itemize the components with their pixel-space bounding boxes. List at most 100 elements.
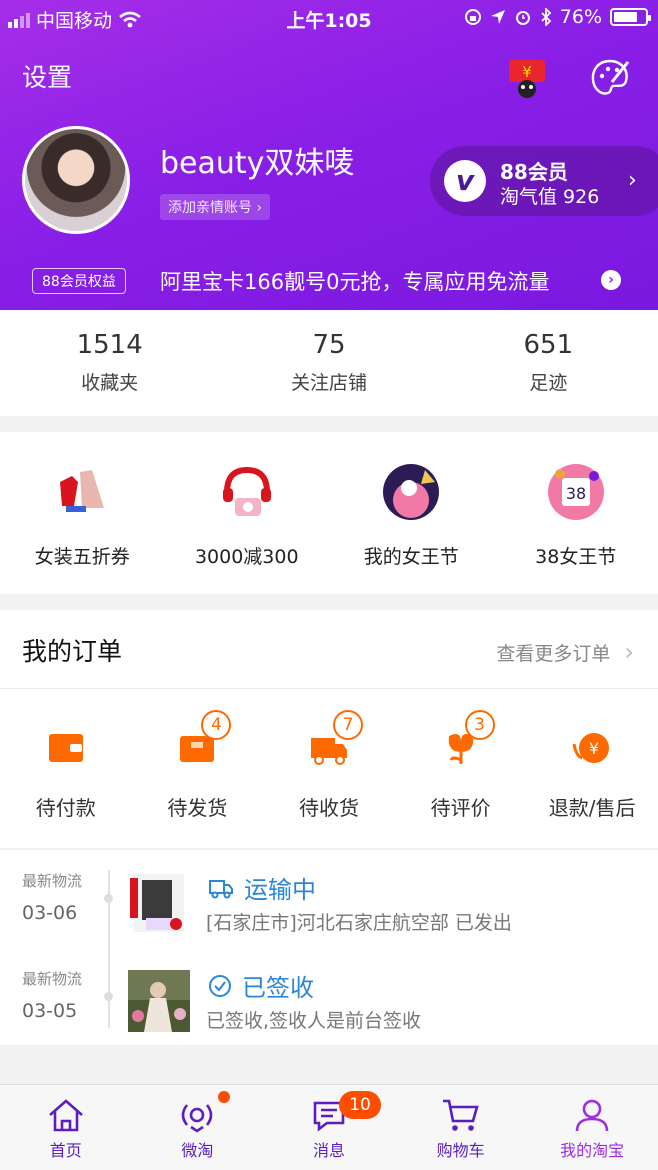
svg-text:¥: ¥ xyxy=(522,63,532,81)
logistics-date: 03-05 xyxy=(22,1000,78,1022)
order-label: 待发货 xyxy=(167,796,228,820)
battery-icon xyxy=(610,8,651,26)
tab-label: 首页 xyxy=(49,1141,82,1160)
tab-weitao[interactable]: 微淘 xyxy=(132,1085,264,1170)
logistics-status-label: 已签收 xyxy=(242,974,314,1002)
status-bar: 中国移动 上午1:05 76% xyxy=(0,0,658,36)
logistics-date: 03-06 xyxy=(22,902,78,924)
logistics-status: 已签收 xyxy=(208,968,314,1003)
logistics-item[interactable]: 最新物流 03-06 运输中 [石家庄市]河北石家庄航空部 已发出 xyxy=(0,850,658,946)
svg-text:38: 38 xyxy=(566,484,586,503)
member-benefits-tag[interactable]: 88会员权益 xyxy=(32,268,126,294)
stat-footprints[interactable]: 651 足迹 xyxy=(439,310,658,416)
tab-home[interactable]: 首页 xyxy=(0,1085,132,1170)
promo-label: 38女王节 xyxy=(535,546,617,568)
promo-banner-text[interactable]: 阿里宝卡166靓号0元抢，专属应用免流量 xyxy=(160,266,549,296)
promo-38-queen-festival[interactable]: 38 38女王节 xyxy=(494,432,658,594)
logistics-description: [石家庄市]河北石家庄航空部 已发出 xyxy=(206,912,512,934)
add-family-account-button[interactable]: 添加亲情账号 › xyxy=(160,194,271,220)
stat-label: 关注店铺 xyxy=(290,372,367,394)
order-label: 待评价 xyxy=(430,796,491,820)
avatar[interactable] xyxy=(22,126,130,234)
promo-my-queen-festival[interactable]: 我的女王节 xyxy=(329,432,494,594)
promo-label: 3000减300 xyxy=(194,546,299,568)
profile-header: 中国移动 上午1:05 76% 设置 ¥ beauty双妹唛 添加亲情账号 › … xyxy=(0,0,658,310)
tab-cart[interactable]: 购物车 xyxy=(395,1085,527,1170)
message-count-badge: 10 xyxy=(339,1091,381,1119)
vip-member-card[interactable]: v 88会员 淘气值 926 › xyxy=(430,146,658,216)
view-more-orders-link[interactable]: 查看更多订单 › xyxy=(496,638,634,666)
location-icon xyxy=(490,10,505,24)
product-thumbnail xyxy=(130,874,184,932)
divider xyxy=(0,688,658,689)
order-to-ship[interactable]: 4 待发货 xyxy=(132,706,264,821)
promo-3000-off-300[interactable]: 3000减300 xyxy=(165,432,330,594)
logistics-status: 运输中 xyxy=(208,870,316,905)
promo-women-coupon[interactable]: 女装五折券 xyxy=(0,432,165,594)
orders-section: 我的订单 查看更多订单 › 待付款 4 待发货 7 待收货 3 待评价 ¥ 退款… xyxy=(0,610,658,848)
logistics-item[interactable]: 最新物流 03-05 已签收 已签收,签收人是前台签收 xyxy=(0,948,658,1044)
tab-messages[interactable]: 消息 10 xyxy=(263,1085,395,1170)
orders-title: 我的订单 xyxy=(22,637,123,666)
order-label: 退款/售后 xyxy=(548,796,636,820)
palette-icon[interactable] xyxy=(588,56,632,100)
alarm-icon xyxy=(515,11,530,25)
tab-label: 消息 xyxy=(312,1141,345,1160)
promo-label: 女装五折券 xyxy=(34,546,130,568)
vip-title: 88会员 xyxy=(500,160,568,184)
order-refund-after-sales[interactable]: ¥ 退款/售后 xyxy=(526,706,658,821)
broadcast-icon xyxy=(182,1104,213,1133)
promo-label: 我的女王节 xyxy=(363,546,459,568)
order-label: 待收货 xyxy=(298,796,359,820)
view-more-label: 查看更多订单 xyxy=(496,643,611,665)
notification-dot xyxy=(217,1091,230,1103)
order-to-receive[interactable]: 7 待收货 xyxy=(263,706,395,821)
red-envelope-icon[interactable]: ¥ xyxy=(506,56,548,98)
stat-favorites[interactable]: 1514 收藏夹 xyxy=(0,310,219,416)
order-count-badge: 4 xyxy=(201,710,232,740)
tab-label: 我的淘宝 xyxy=(560,1141,625,1160)
logistics-section: 最新物流 03-06 运输中 [石家庄市]河北石家庄航空部 已发出 最新物流 0… xyxy=(0,849,658,1045)
stat-label: 足迹 xyxy=(529,372,568,394)
queen-festival-icon xyxy=(383,464,440,520)
order-count-badge: 7 xyxy=(332,710,363,740)
settings-button[interactable]: 设置 xyxy=(22,58,72,94)
timeline-dot xyxy=(104,894,113,903)
bluetooth-icon xyxy=(541,8,552,26)
rotation-lock-icon xyxy=(464,9,481,25)
stats-row: 1514 收藏夹 75 关注店铺 651 足迹 xyxy=(0,310,658,416)
cart-icon xyxy=(442,1099,479,1131)
logistics-meta: 最新物流 xyxy=(22,970,83,988)
logistics-description: 已签收,签收人是前台签收 xyxy=(206,1010,422,1032)
chevron-right-icon: › xyxy=(624,638,634,666)
check-circle-icon xyxy=(209,974,231,997)
wallet-icon xyxy=(48,734,83,762)
refund-icon: ¥ xyxy=(572,733,610,763)
vip-score: 淘气值 926 xyxy=(500,186,600,208)
tab-label: 微淘 xyxy=(181,1141,214,1160)
chevron-right-icon: › xyxy=(628,168,637,193)
truck-outline-icon xyxy=(209,879,233,898)
order-label: 待付款 xyxy=(35,796,96,820)
battery-percent: 76% xyxy=(559,6,602,28)
stat-label: 收藏夹 xyxy=(81,372,139,394)
38-festival-icon: 38 xyxy=(547,464,604,520)
tab-my-taobao[interactable]: 我的淘宝 xyxy=(526,1085,658,1170)
product-thumbnail xyxy=(128,970,190,1032)
timeline-dot xyxy=(104,992,113,1001)
order-count-badge: 3 xyxy=(464,710,495,740)
stat-number: 1514 xyxy=(76,330,143,360)
stat-number: 75 xyxy=(312,330,346,360)
order-to-review[interactable]: 3 待评价 xyxy=(395,706,527,821)
user-icon xyxy=(575,1099,609,1132)
logistics-status-label: 运输中 xyxy=(244,876,316,904)
order-pending-payment[interactable]: 待付款 xyxy=(0,706,132,821)
home-icon xyxy=(48,1099,83,1132)
stat-number: 651 xyxy=(523,330,574,360)
stat-followed-shops[interactable]: 75 关注店铺 xyxy=(219,310,438,416)
logistics-meta: 最新物流 xyxy=(22,872,83,890)
arrow-right-icon[interactable]: › xyxy=(601,270,621,290)
clothing-icon xyxy=(60,470,105,512)
tab-label: 购物车 xyxy=(436,1141,485,1160)
vip-logo-icon: v xyxy=(444,160,486,202)
